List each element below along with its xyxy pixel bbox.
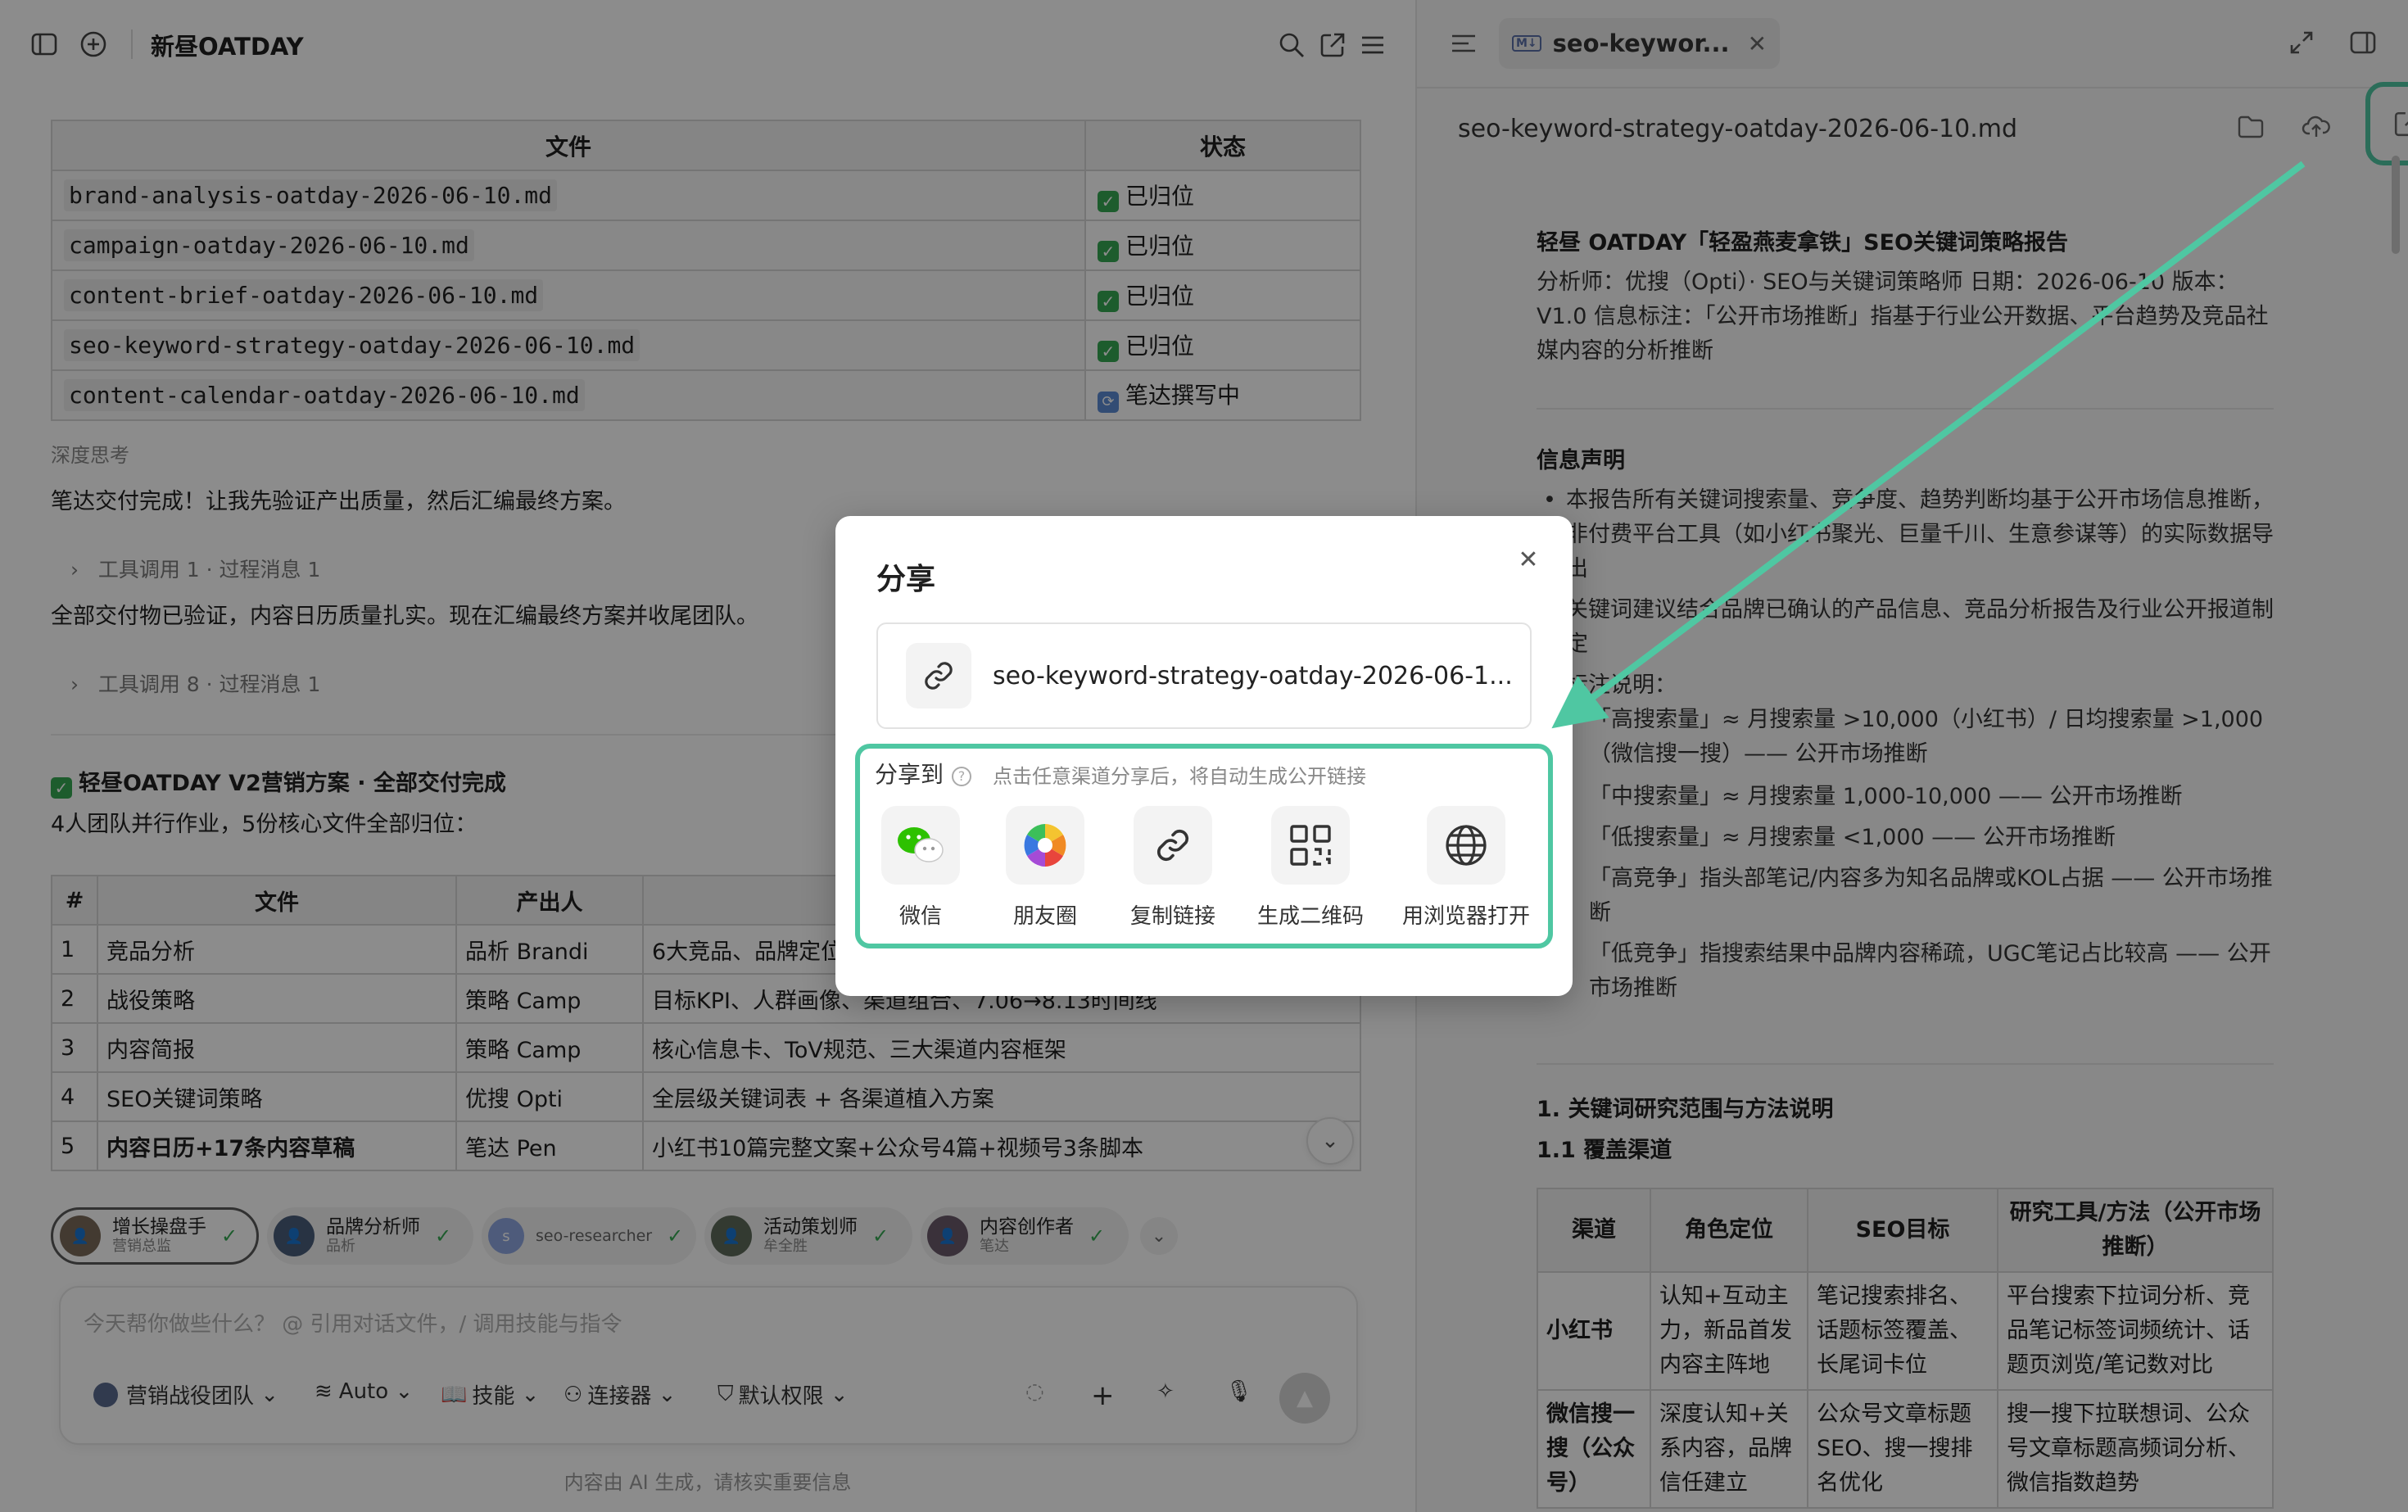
qrcode-icon (1271, 806, 1350, 885)
channel-label: 微信 (898, 904, 942, 929)
link-icon (1134, 806, 1212, 885)
share-link-text: seo-keyword-strategy-oatday-2026-06-1... (993, 661, 1513, 690)
share-channel-copy-link[interactable]: 复制链接 (1111, 806, 1234, 930)
share-link-field[interactable]: seo-keyword-strategy-oatday-2026-06-1... (876, 622, 1532, 729)
help-icon[interactable]: ? (952, 767, 972, 786)
share-hint: 点击任意渠道分享后，将自动生成公开链接 (993, 765, 1366, 788)
share-to-label: 分享到? (875, 757, 972, 790)
channel-label: 生成二维码 (1256, 904, 1364, 929)
share-channel-browser[interactable]: 用浏览器打开 (1388, 806, 1544, 930)
moments-icon (1006, 806, 1084, 885)
globe-icon (1427, 806, 1505, 885)
link-icon (906, 643, 971, 708)
channel-label: 朋友圈 (1012, 904, 1077, 929)
share-dialog: 分享 ✕ seo-keyword-strategy-oatday-2026-06… (835, 516, 1573, 996)
channel-label: 用浏览器打开 (1401, 904, 1530, 929)
wechat-icon (881, 806, 960, 885)
dialog-title: 分享 (876, 563, 936, 596)
channel-label: 复制链接 (1129, 904, 1215, 929)
share-channel-wechat[interactable]: 微信 (859, 806, 982, 930)
share-channel-qrcode[interactable]: 生成二维码 (1249, 806, 1372, 930)
share-channel-moments[interactable]: 朋友圈 (984, 806, 1107, 930)
close-icon[interactable]: ✕ (1512, 544, 1545, 577)
